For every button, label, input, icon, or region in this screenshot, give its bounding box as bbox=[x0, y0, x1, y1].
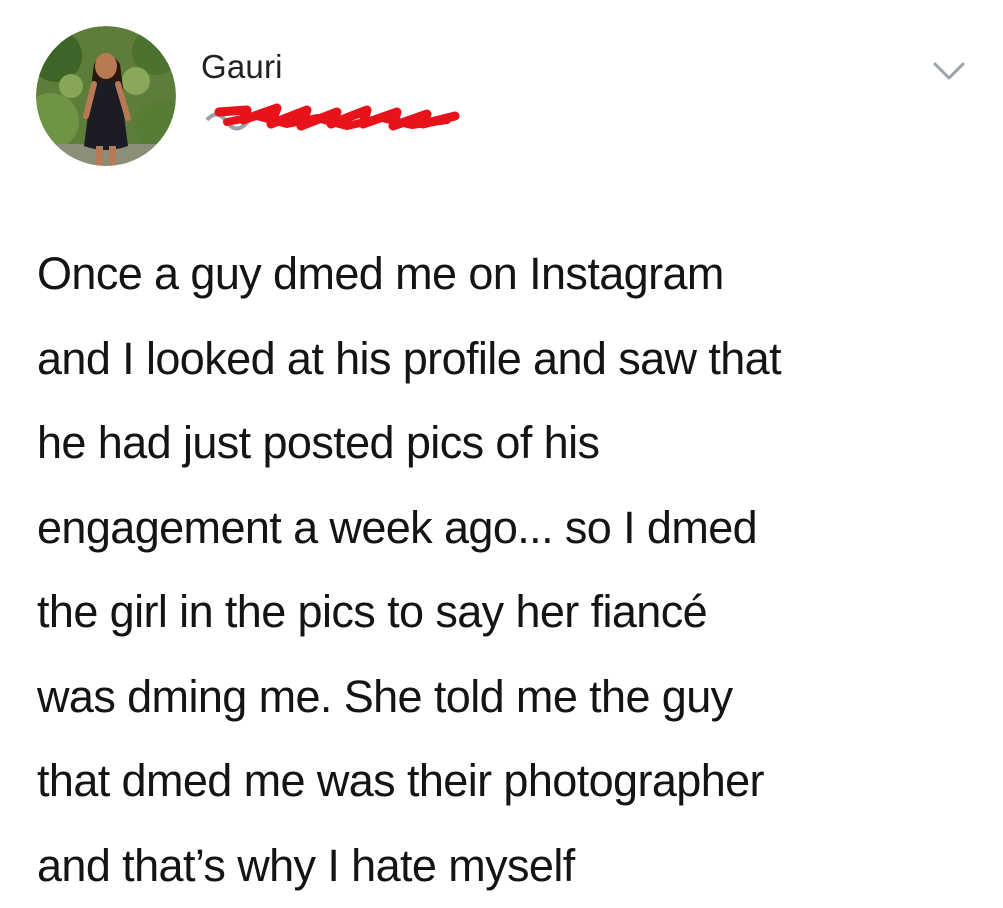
redacted-handle bbox=[197, 98, 467, 138]
tweet-body-text: Once a guy dmed me on Instagram and I lo… bbox=[37, 248, 782, 891]
chevron-down-icon[interactable] bbox=[931, 59, 967, 83]
author-display-name[interactable]: Gauri bbox=[201, 48, 283, 86]
tweet-card: Gauri Once a guy dmed me on Instagram an… bbox=[0, 0, 1003, 902]
redaction-scribble-icon bbox=[205, 103, 460, 131]
avatar[interactable] bbox=[36, 26, 176, 166]
profile-photo-icon bbox=[36, 26, 176, 166]
